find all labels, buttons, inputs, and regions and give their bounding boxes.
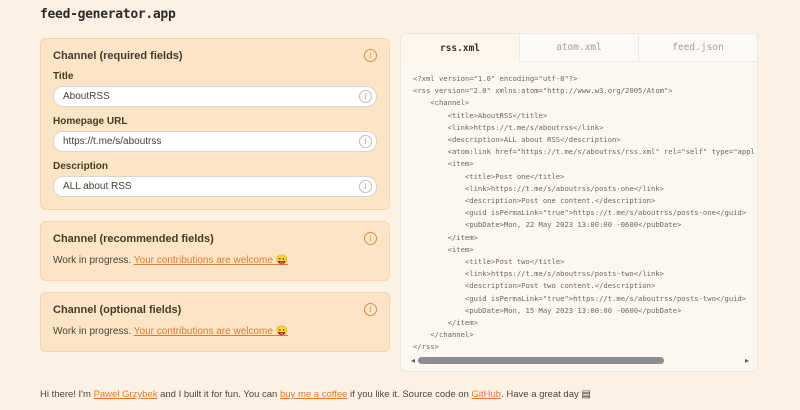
title-field-wrap: i	[53, 86, 377, 107]
panel-optional-title: Channel (optional fields)	[53, 304, 181, 316]
description-field-wrap: i	[53, 176, 377, 197]
homepage-field-label: Homepage URL	[53, 116, 377, 127]
form-column: Channel (required fields) i Title i Home…	[40, 38, 390, 352]
scrollbar-track[interactable]	[418, 357, 742, 364]
format-tabs: rss.xml atom.xml feed.json	[400, 33, 758, 62]
info-icon[interactable]: i	[364, 49, 377, 62]
author-link[interactable]: Paweł Grzybek	[94, 389, 158, 400]
tab-rss-xml[interactable]: rss.xml	[400, 33, 520, 62]
contributions-link[interactable]: Your contributions are welcome 😛	[134, 255, 288, 266]
info-icon[interactable]: i	[359, 180, 372, 193]
wip-text: Work in progress. Your contributions are…	[53, 326, 377, 339]
code-preview-panel: <?xml version="1.0" encoding="utf-8"?><r…	[400, 62, 758, 372]
wip-prefix: Work in progress.	[53, 255, 134, 266]
tab-feed-json[interactable]: feed.json	[639, 33, 758, 62]
description-field-label: Description	[53, 161, 377, 172]
info-icon[interactable]: i	[364, 232, 377, 245]
title-field-label: Title	[53, 71, 377, 82]
tab-atom-xml[interactable]: atom.xml	[520, 33, 639, 62]
title-input[interactable]	[53, 86, 377, 107]
footer-text: Hi there! I'm	[40, 389, 94, 400]
page-title: feed-generator.app	[40, 7, 175, 22]
info-icon[interactable]: i	[364, 303, 377, 316]
homepage-url-input[interactable]	[53, 131, 377, 152]
buy-me-a-coffee-link[interactable]: buy me a coffee	[280, 389, 347, 400]
panel-channel-required: Channel (required fields) i Title i Home…	[40, 38, 390, 210]
preview-column: rss.xml atom.xml feed.json <?xml version…	[400, 33, 758, 372]
wave-glyph: ▤	[581, 389, 590, 400]
panel-recommended-header: Channel (recommended fields) i	[53, 232, 377, 245]
info-icon[interactable]: i	[359, 135, 372, 148]
panel-channel-recommended: Channel (recommended fields) i Work in p…	[40, 221, 390, 281]
wip-prefix: Work in progress.	[53, 326, 134, 337]
panel-required-header: Channel (required fields) i	[53, 49, 377, 62]
wip-text: Work in progress. Your contributions are…	[53, 255, 377, 268]
panel-recommended-title: Channel (recommended fields)	[53, 233, 214, 245]
horizontal-scrollbar[interactable]: ◂ ▸	[411, 356, 749, 365]
footer-text: if you like it. Source code on	[347, 389, 471, 400]
footer-text: and I built it for fun. You can	[157, 389, 280, 400]
github-link[interactable]: GitHub	[472, 389, 502, 400]
scroll-left-icon[interactable]: ◂	[411, 356, 415, 365]
contributions-link[interactable]: Your contributions are welcome 😛	[134, 326, 288, 337]
footer: Hi there! I'm Paweł Grzybek and I built …	[40, 389, 780, 400]
info-icon[interactable]: i	[359, 90, 372, 103]
panel-required-title: Channel (required fields)	[53, 50, 183, 62]
description-input[interactable]	[53, 176, 377, 197]
panel-optional-header: Channel (optional fields) i	[53, 303, 377, 316]
scroll-right-icon[interactable]: ▸	[745, 356, 749, 365]
rss-xml-code: <?xml version="1.0" encoding="utf-8"?><r…	[413, 73, 757, 354]
homepage-field-wrap: i	[53, 131, 377, 152]
scrollbar-thumb[interactable]	[418, 357, 664, 364]
panel-channel-optional: Channel (optional fields) i Work in prog…	[40, 292, 390, 352]
footer-text: . Have a great day	[501, 389, 581, 400]
